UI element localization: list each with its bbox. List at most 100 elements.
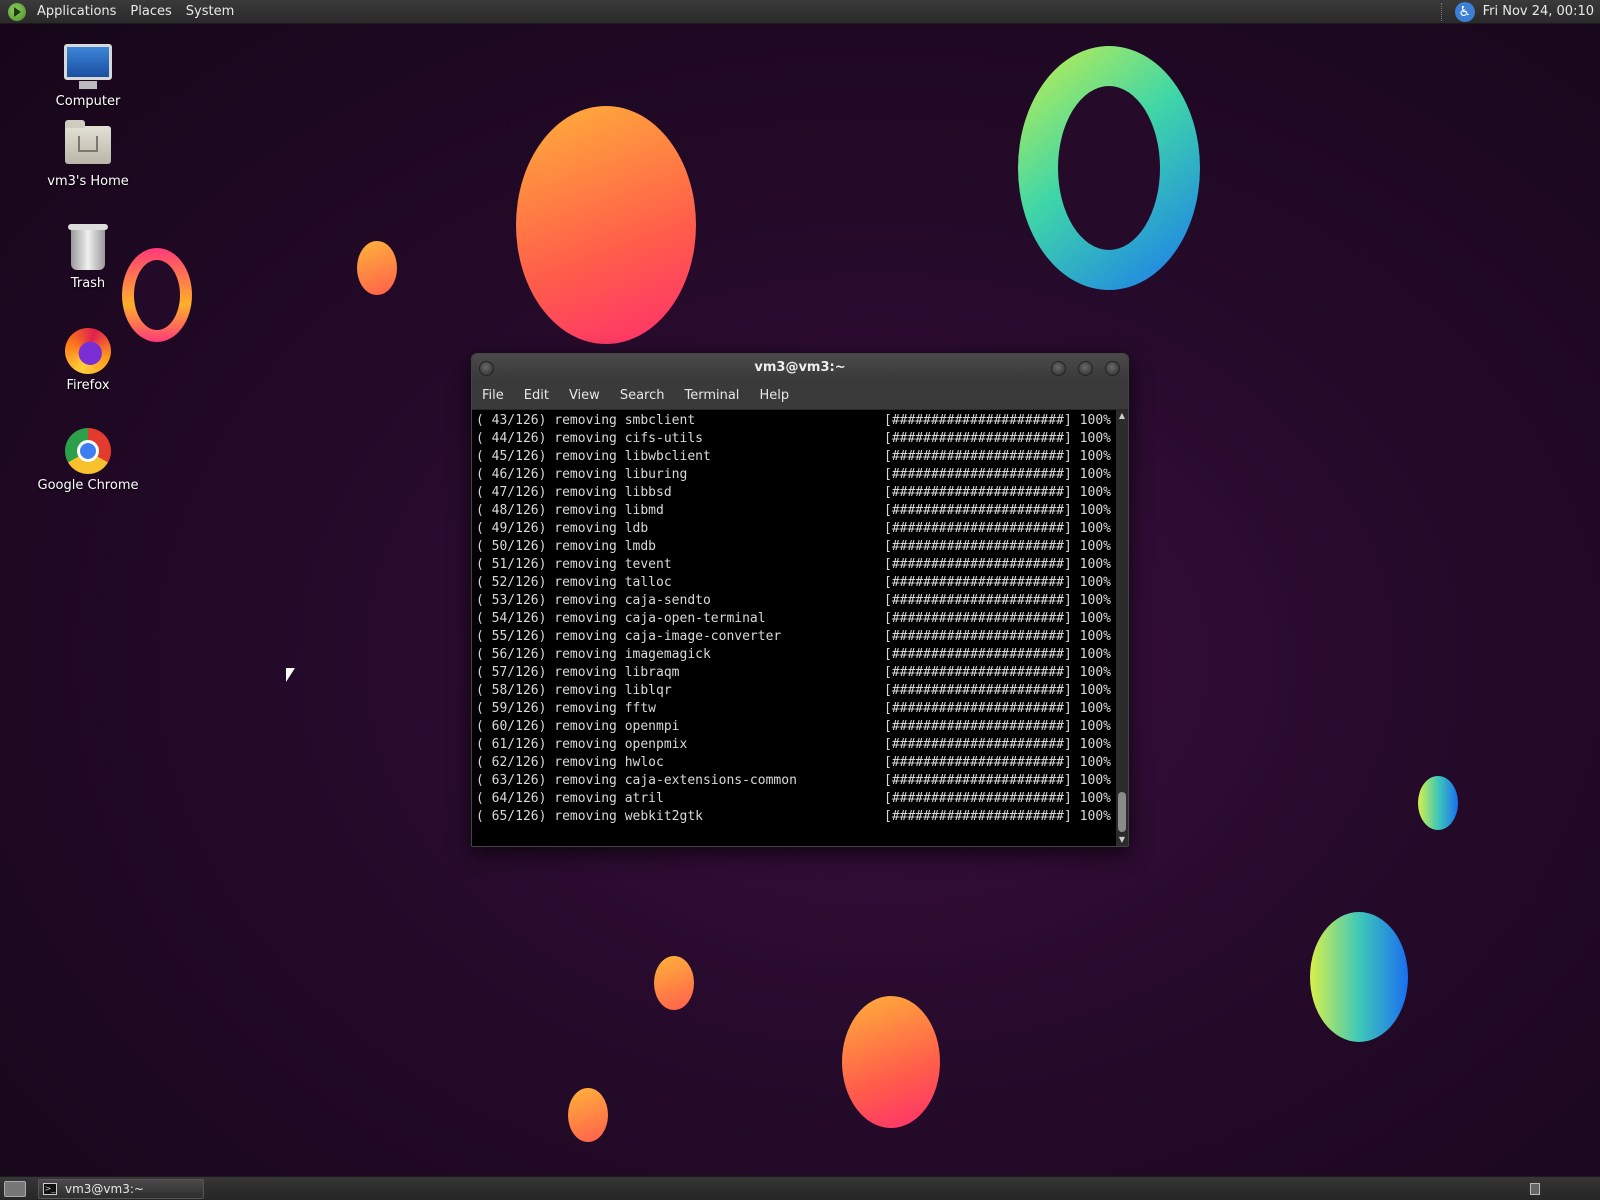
terminal-line: ( 59/126) removing fftw [################… bbox=[476, 700, 1114, 718]
terminal-line-text: ( 54/126) removing caja-open-terminal bbox=[476, 611, 766, 626]
terminal-line-progress: [######################] 100% bbox=[884, 593, 1111, 608]
terminal-line-text: ( 65/126) removing webkit2gtk bbox=[476, 809, 703, 824]
menu-applications[interactable]: Applications bbox=[30, 4, 123, 19]
terminal-line-text: ( 51/126) removing tevent bbox=[476, 557, 672, 572]
terminal-line-text: ( 52/126) removing talloc bbox=[476, 575, 672, 590]
wallpaper-ring-rainbow bbox=[1018, 46, 1200, 290]
panel-separator bbox=[1440, 2, 1443, 21]
terminal-line: ( 55/126) removing caja-image-converter [… bbox=[476, 628, 1114, 646]
terminal-line: ( 49/126) removing ldb [#################… bbox=[476, 520, 1114, 538]
minimize-button[interactable] bbox=[1051, 361, 1066, 376]
terminal-line: ( 47/126) removing libbsd [##############… bbox=[476, 484, 1114, 502]
wallpaper-orb-orange-medium bbox=[842, 996, 940, 1128]
terminal-line-text: ( 49/126) removing ldb bbox=[476, 521, 649, 536]
clock[interactable]: Fri Nov 24, 00:10 bbox=[1483, 4, 1594, 19]
terminal-line: ( 56/126) removing imagemagick [#########… bbox=[476, 646, 1114, 664]
terminal-line-text: ( 63/126) removing caja-extensions-commo… bbox=[476, 773, 797, 788]
terminal-scrollbar[interactable]: ▲ ▼ bbox=[1116, 410, 1128, 846]
terminal-line: ( 57/126) removing libraqm [#############… bbox=[476, 664, 1114, 682]
terminal-line: ( 51/126) removing tevent [##############… bbox=[476, 556, 1114, 574]
menu-places[interactable]: Places bbox=[123, 4, 178, 19]
terminal-line-text: ( 44/126) removing cifs-utils bbox=[476, 431, 703, 446]
panel-tray: ♿ Fri Nov 24, 00:10 bbox=[1440, 1, 1600, 22]
accessibility-icon[interactable]: ♿ bbox=[1454, 1, 1475, 22]
terminal-menu-terminal[interactable]: Terminal bbox=[674, 388, 749, 403]
terminal-line-text: ( 62/126) removing hwloc bbox=[476, 755, 664, 770]
mouse-cursor-icon bbox=[286, 668, 295, 682]
close-button[interactable] bbox=[1105, 361, 1120, 376]
terminal-line: ( 50/126) removing lmdb [################… bbox=[476, 538, 1114, 556]
terminal-line-text: ( 61/126) removing openpmix bbox=[476, 737, 688, 752]
terminal-body[interactable]: ( 43/126) removing smbclient [###########… bbox=[472, 410, 1128, 846]
terminal-line-text: ( 48/126) removing libmd bbox=[476, 503, 664, 518]
trash-icon bbox=[68, 224, 108, 270]
terminal-window[interactable]: vm3@vm3:~ File Edit View Search Terminal… bbox=[471, 353, 1129, 847]
terminal-line-progress: [######################] 100% bbox=[884, 539, 1111, 554]
terminal-line-progress: [######################] 100% bbox=[884, 665, 1111, 680]
terminal-line-progress: [######################] 100% bbox=[884, 755, 1111, 770]
terminal-line-progress: [######################] 100% bbox=[884, 701, 1111, 716]
taskbar-window-terminal[interactable]: >_ vm3@vm3:~ bbox=[38, 1178, 204, 1199]
window-menu-button[interactable] bbox=[479, 361, 494, 376]
terminal-line-text: ( 53/126) removing caja-sendto bbox=[476, 593, 711, 608]
terminal-line-progress: [######################] 100% bbox=[884, 773, 1111, 788]
desktop-icon-trash[interactable]: Trash bbox=[33, 224, 143, 291]
workspace-switcher[interactable] bbox=[1530, 1182, 1540, 1195]
maximize-button[interactable] bbox=[1078, 361, 1093, 376]
computer-icon bbox=[64, 44, 112, 89]
terminal-menu-edit[interactable]: Edit bbox=[514, 388, 559, 403]
terminal-line: ( 45/126) removing libwbclient [#########… bbox=[476, 448, 1114, 466]
terminal-line-progress: [######################] 100% bbox=[884, 629, 1111, 644]
wallpaper-dot-orange-3 bbox=[568, 1088, 608, 1142]
scroll-down-arrow-icon[interactable]: ▼ bbox=[1118, 836, 1126, 844]
terminal-line-text: ( 55/126) removing caja-image-converter bbox=[476, 629, 782, 644]
desktop-icon-computer[interactable]: Computer bbox=[33, 44, 143, 109]
terminal-line-text: ( 56/126) removing imagemagick bbox=[476, 647, 711, 662]
terminal-line-text: ( 60/126) removing openmpi bbox=[476, 719, 680, 734]
terminal-line-progress: [######################] 100% bbox=[884, 791, 1111, 806]
terminal-line-text: ( 59/126) removing fftw bbox=[476, 701, 657, 716]
wallpaper-orb-blue-small bbox=[1418, 776, 1458, 830]
wallpaper-dot-orange-1 bbox=[357, 241, 397, 295]
terminal-line-progress: [######################] 100% bbox=[884, 557, 1111, 572]
terminal-titlebar[interactable]: vm3@vm3:~ bbox=[472, 354, 1128, 382]
terminal-line-text: ( 64/126) removing atril bbox=[476, 791, 664, 806]
terminal-line-text: ( 47/126) removing libbsd bbox=[476, 485, 672, 500]
terminal-line-progress: [######################] 100% bbox=[884, 719, 1111, 734]
terminal-line-progress: [######################] 100% bbox=[884, 809, 1111, 824]
mate-menu-icon[interactable] bbox=[8, 2, 26, 21]
scroll-thumb[interactable] bbox=[1118, 792, 1126, 832]
terminal-menu-search[interactable]: Search bbox=[610, 388, 675, 403]
terminal-line-progress: [######################] 100% bbox=[884, 413, 1111, 428]
terminal-line-progress: [######################] 100% bbox=[884, 611, 1111, 626]
menu-system[interactable]: System bbox=[179, 4, 241, 19]
desktop-icon-firefox[interactable]: Firefox bbox=[33, 328, 143, 393]
terminal-line: ( 44/126) removing cifs-utils [##########… bbox=[476, 430, 1114, 448]
show-desktop-icon[interactable] bbox=[4, 1180, 26, 1197]
desktop-icon-label: Trash bbox=[70, 276, 106, 291]
terminal-menu-help[interactable]: Help bbox=[749, 388, 799, 403]
terminal-line-progress: [######################] 100% bbox=[884, 485, 1111, 500]
wallpaper-orb-blue-large bbox=[1310, 912, 1408, 1042]
terminal-line: ( 63/126) removing caja-extensions-commo… bbox=[476, 772, 1114, 790]
desktop-icon-chrome[interactable]: Google Chrome bbox=[33, 428, 143, 493]
firefox-icon bbox=[65, 328, 111, 374]
terminal-icon: >_ bbox=[43, 1182, 57, 1195]
terminal-line-text: ( 58/126) removing liblqr bbox=[476, 683, 672, 698]
terminal-menubar: File Edit View Search Terminal Help bbox=[472, 382, 1128, 410]
desktop-icon-home[interactable]: vm3's Home bbox=[33, 120, 143, 189]
terminal-menu-view[interactable]: View bbox=[559, 388, 610, 403]
scroll-up-arrow-icon[interactable]: ▲ bbox=[1118, 412, 1126, 420]
terminal-line-progress: [######################] 100% bbox=[884, 683, 1111, 698]
terminal-line: ( 52/126) removing talloc [##############… bbox=[476, 574, 1114, 592]
terminal-menu-file[interactable]: File bbox=[472, 388, 514, 403]
terminal-line-text: ( 45/126) removing libwbclient bbox=[476, 449, 711, 464]
terminal-line: ( 46/126) removing liburing [############… bbox=[476, 466, 1114, 484]
terminal-line-text: ( 46/126) removing liburing bbox=[476, 467, 688, 482]
terminal-line: ( 53/126) removing caja-sendto [#########… bbox=[476, 592, 1114, 610]
chrome-icon bbox=[65, 428, 111, 474]
terminal-line-text: ( 57/126) removing libraqm bbox=[476, 665, 680, 680]
terminal-line-text: ( 43/126) removing smbclient bbox=[476, 413, 696, 428]
terminal-line-progress: [######################] 100% bbox=[884, 575, 1111, 590]
terminal-line-progress: [######################] 100% bbox=[884, 431, 1111, 446]
